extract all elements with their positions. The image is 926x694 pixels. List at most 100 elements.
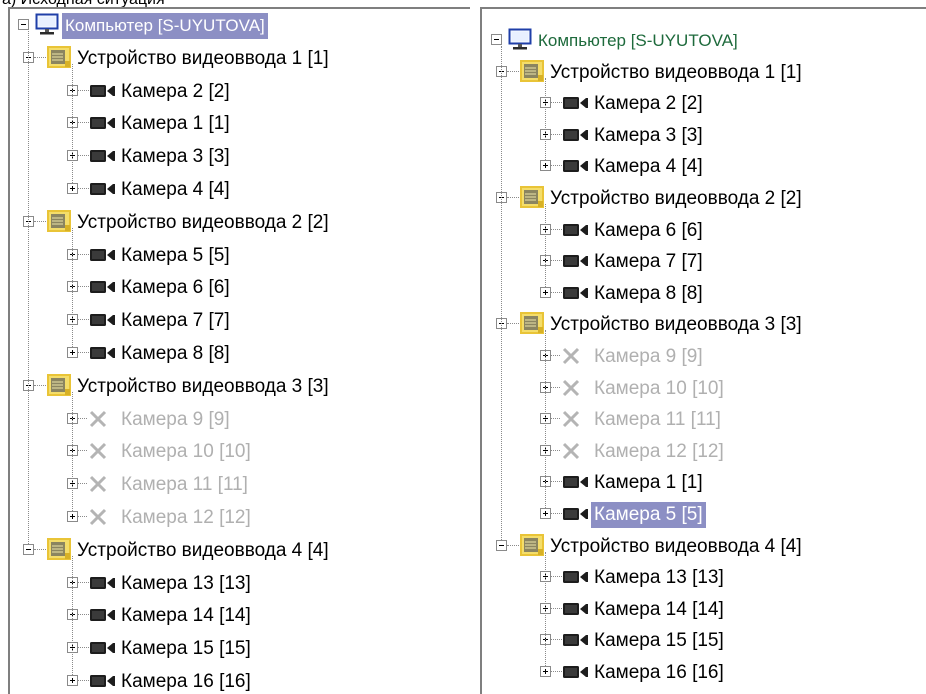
device-label: Устройство видеоввода 2 [2] — [77, 211, 329, 233]
device-collapse-toggle[interactable] — [23, 543, 34, 555]
tree-item-camera[interactable]: Камера 3 [3] — [591, 120, 706, 152]
computer-label: Компьютер [S-UYUTOVA] — [62, 13, 268, 39]
camera-expand-toggle[interactable] — [67, 347, 78, 358]
disabled-camera-icon — [562, 442, 580, 460]
device-collapse-toggle[interactable] — [496, 539, 507, 551]
camera-label: Камера 8 [8] — [594, 282, 703, 304]
tree-item-device[interactable]: Устройство видеоввода 1 [1] — [547, 57, 805, 89]
tree-item-device[interactable]: Устройство видеоввода 1 [1] — [74, 43, 332, 75]
device-label: Устройство видеоввода 3 [3] — [77, 375, 329, 397]
tree-connector — [501, 46, 502, 540]
camera-expand-toggle[interactable] — [540, 508, 551, 519]
camera-label: Камера 1 [1] — [121, 113, 230, 135]
tree-item-camera[interactable]: Камера 2 [2] — [118, 76, 233, 108]
tree-item-camera[interactable]: Камера 1 [1] — [118, 108, 233, 140]
tree-item-computer[interactable]: Компьютер [S-UYUTOVA] — [535, 25, 741, 57]
capture-device-icon — [520, 533, 544, 556]
tree-item-computer[interactable]: Компьютер [S-UYUTOVA] — [62, 10, 268, 42]
tree-item-camera[interactable]: Камера 8 [8] — [591, 278, 706, 310]
tree-item-camera[interactable]: Камера 1 [1] — [591, 467, 706, 499]
tree-item-camera[interactable]: Камера 7 [7] — [118, 305, 233, 337]
camera-icon — [90, 641, 116, 655]
tree-item-camera[interactable]: Камера 4 [4] — [591, 151, 706, 183]
capture-device-icon — [47, 373, 71, 396]
tree-item-camera[interactable]: Камера 14 [14] — [118, 600, 254, 632]
camera-expand-toggle[interactable] — [540, 666, 551, 677]
camera-label: Камера 11 [11] — [121, 474, 248, 496]
computer-collapse-toggle[interactable] — [491, 34, 502, 45]
camera-expand-toggle[interactable] — [67, 511, 78, 522]
tree-item-camera[interactable]: Камера 15 [15] — [591, 625, 727, 657]
camera-label: Камера 4 [4] — [121, 179, 230, 200]
disabled-camera-icon — [562, 410, 580, 428]
camera-expand-toggle[interactable] — [540, 286, 551, 298]
tree-connector — [545, 330, 546, 508]
tree-item-camera[interactable]: Камера 9 [9] — [591, 341, 706, 373]
tree-item-camera[interactable]: Камера 7 [7] — [591, 246, 706, 278]
tree-item-camera[interactable]: Камера 2 [2] — [591, 88, 706, 120]
camera-icon — [563, 128, 589, 142]
tree-item-camera[interactable]: Камера 10 [10] — [591, 373, 727, 405]
tree-item-camera[interactable]: Камера 8 [8] — [118, 338, 233, 370]
tree-item-camera[interactable]: Камера 9 [9] — [118, 404, 233, 436]
disabled-camera-icon — [89, 410, 107, 428]
tree-item-camera[interactable]: Камера 3 [3] — [118, 141, 233, 173]
camera-label: Камера 2 [2] — [121, 80, 230, 102]
camera-expand-toggle[interactable] — [67, 675, 78, 686]
capture-device-icon — [47, 45, 71, 68]
camera-label: Камера 10 [10] — [121, 441, 251, 463]
camera-label: Камера 5 [5] — [591, 502, 706, 528]
tree-connector — [507, 323, 521, 325]
tree-item-camera[interactable]: Камера 13 [13] — [591, 562, 727, 594]
camera-icon — [90, 608, 116, 622]
tree-item-device[interactable]: Устройство видеоввода 3 [3] — [547, 309, 805, 341]
camera-icon — [563, 159, 589, 173]
tree-item-camera[interactable]: Камера 14 [14] — [591, 594, 727, 626]
camera-label: Камера 15 [15] — [594, 630, 724, 652]
device-label: Устройство видеоввода 3 [3] — [550, 314, 802, 336]
tree-item-camera[interactable]: Камера 6 [6] — [591, 215, 706, 247]
tree-item-camera[interactable]: Камера 15 [15] — [118, 633, 254, 665]
device-label: Устройство видеоввода 1 [1] — [77, 47, 329, 69]
camera-icon — [90, 674, 116, 688]
camera-label: Камера 7 [7] — [594, 251, 703, 273]
camera-icon — [563, 286, 589, 300]
tree-item-camera[interactable]: Камера 13 [13] — [118, 568, 254, 600]
camera-icon — [563, 254, 589, 268]
tree-connector — [545, 551, 546, 666]
camera-icon — [90, 149, 116, 163]
camera-expand-toggle[interactable] — [67, 183, 78, 194]
camera-label: Камера 3 [3] — [121, 146, 230, 168]
tree-item-camera[interactable]: Камера 10 [10] — [118, 436, 254, 468]
camera-icon — [90, 576, 116, 590]
tree-item-device[interactable]: Устройство видеоввода 2 [2] — [74, 207, 332, 239]
computer-label: Компьютер [S-UYUTOVA] — [538, 31, 738, 50]
camera-label: Камера 5 [5] — [121, 244, 230, 266]
tree-connector — [545, 204, 546, 287]
camera-icon — [563, 665, 589, 679]
camera-expand-toggle[interactable] — [540, 160, 551, 172]
tree-item-camera[interactable]: Камера 16 [16] — [118, 666, 254, 694]
tree-item-device[interactable]: Устройство видеоввода 3 [3] — [74, 371, 332, 403]
camera-label: Камера 13 [13] — [121, 572, 251, 594]
tree-item-camera[interactable]: Камера 11 [11] — [591, 404, 724, 436]
device-label: Устройство видеоввода 4 [4] — [550, 535, 802, 557]
camera-icon — [90, 280, 116, 294]
tree-item-camera[interactable]: Камера 5 [5] — [118, 240, 233, 272]
tree-item-device[interactable]: Устройство видеоввода 4 [4] — [547, 531, 805, 563]
tree-item-camera[interactable]: Камера 16 [16] — [591, 657, 727, 689]
camera-label: Камера 12 [12] — [121, 507, 251, 528]
tree-connector — [545, 77, 546, 161]
tree-item-device[interactable]: Устройство видеоввода 4 [4] — [74, 535, 332, 567]
tree-item-camera[interactable]: Камера 5 [5] — [591, 499, 706, 531]
tree-item-device[interactable]: Устройство видеоввода 2 [2] — [547, 183, 805, 215]
tree-connector — [34, 548, 48, 550]
tree-connector — [507, 197, 521, 198]
tree-item-camera[interactable]: Камера 6 [6] — [118, 272, 233, 304]
tree-item-camera[interactable]: Камера 12 [12] — [118, 502, 254, 534]
tree-item-camera[interactable]: Камера 12 [12] — [591, 436, 727, 468]
camera-icon — [90, 182, 116, 196]
tree-item-camera[interactable]: Камера 4 [4] — [118, 174, 233, 206]
tree-item-camera[interactable]: Камера 11 [11] — [118, 469, 251, 501]
computer-collapse-toggle[interactable] — [18, 19, 29, 30]
